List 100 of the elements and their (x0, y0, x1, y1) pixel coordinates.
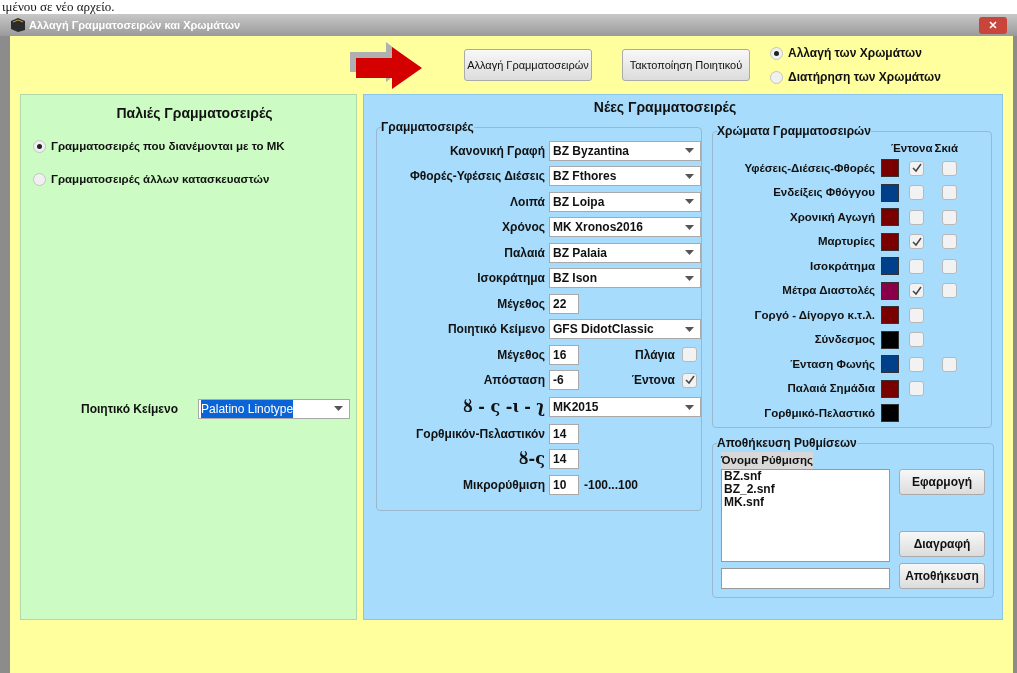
list-item[interactable]: BZ.snf (724, 470, 887, 484)
checkbox[interactable] (909, 185, 924, 201)
panel-title: Παλιές Γραμματοσειρές (116, 104, 273, 123)
group-title: Γραμματοσειρές (381, 119, 474, 136)
caret-icon (685, 148, 694, 154)
field-label: Κανονική Γραφή (449, 142, 545, 160)
checkbox-label: Έντονα (631, 372, 675, 390)
color-swatch[interactable] (881, 330, 899, 349)
color-swatch[interactable] (881, 404, 899, 423)
field-label: Ισοκράτημα (477, 270, 545, 288)
checkbox[interactable] (909, 381, 924, 397)
color-swatch[interactable] (881, 257, 899, 276)
checkbox[interactable] (942, 185, 957, 201)
checkbox[interactable] (682, 347, 697, 363)
field-label: Μέγεθος (497, 346, 545, 364)
caret-icon (685, 224, 694, 230)
font-dropdown[interactable]: GFS DidotClassic (549, 319, 701, 340)
action-button[interactable]: Εφαρμογή (899, 469, 985, 496)
action-button[interactable]: Τακτοποίηση Ποιητικού (622, 49, 750, 81)
radio-label: Γραμματοσειρές άλλων κατασκευαστών (51, 172, 270, 188)
color-swatch[interactable] (881, 355, 899, 374)
color-label: Ισοκράτημα (810, 258, 875, 274)
number-field[interactable]: 14 (549, 423, 579, 444)
checkmark-icon (911, 163, 922, 174)
number-field[interactable]: -6 (549, 370, 579, 391)
color-swatch[interactable] (881, 379, 899, 398)
font-dropdown[interactable]: Palatino Linotype (198, 398, 351, 419)
color-label: Γορθμικό-Πελαστικό (764, 405, 875, 421)
caret-icon (685, 404, 694, 410)
list-item[interactable]: BZ_2.snf (724, 483, 887, 497)
radio-button[interactable] (770, 70, 783, 84)
checkbox[interactable] (942, 283, 957, 299)
color-swatch[interactable] (881, 183, 899, 202)
color-label: Μαρτυρίες (817, 234, 875, 250)
checkbox[interactable] (909, 307, 924, 323)
color-label: Παλαιά Σημάδια (787, 381, 875, 397)
font-dropdown[interactable]: BZ Ison (549, 268, 701, 289)
field-label: Απόσταση (483, 372, 545, 390)
book-icon (10, 18, 26, 32)
color-label: Μέτρα Διαστολές (782, 283, 875, 299)
field-label: Μικρορύθμιση (463, 476, 545, 494)
checkbox[interactable] (909, 258, 924, 274)
radio-label: Αλλαγή των Χρωμάτων (788, 45, 922, 62)
checkbox[interactable] (909, 283, 924, 299)
caret-icon (685, 250, 694, 256)
checkbox[interactable] (942, 258, 957, 274)
checkmark-icon (911, 285, 922, 296)
checkbox[interactable] (909, 332, 924, 348)
color-swatch[interactable] (881, 208, 899, 227)
checkbox[interactable] (909, 160, 924, 176)
font-dropdown[interactable]: BZ Loipa (549, 191, 701, 212)
caret-icon (685, 173, 694, 179)
font-dropdown[interactable]: BZ Palaia (549, 242, 701, 263)
radio-button[interactable] (33, 173, 46, 187)
color-swatch[interactable] (881, 281, 899, 300)
color-label: Σύνδεσμος (814, 332, 875, 348)
radio-label: Γραμματοσειρές που διανέμονται με το ΜΚ (51, 139, 285, 154)
range-hint: -100...100 (584, 476, 639, 494)
font-dropdown[interactable]: BZ Fthores (549, 166, 701, 187)
field-label: Ποιητικό Κείμενο (81, 400, 179, 418)
radio-button[interactable] (33, 140, 46, 154)
number-field[interactable]: 10 (549, 474, 579, 495)
font-dropdown[interactable]: MK2015 (549, 397, 701, 417)
color-swatch[interactable] (881, 232, 899, 251)
close-icon (989, 21, 997, 29)
color-swatch[interactable] (881, 159, 899, 178)
field-label: Μέγεθος (497, 295, 545, 313)
checkbox[interactable] (942, 356, 957, 372)
color-label: Ενδείξεις Φθόγγου (773, 185, 875, 201)
list-item[interactable]: MK.snf (724, 496, 887, 510)
action-button[interactable]: Διαγραφή (899, 531, 985, 558)
checkbox[interactable] (682, 372, 697, 388)
field-label: Παλαιά (504, 244, 545, 262)
color-swatch[interactable] (881, 306, 899, 325)
action-button[interactable]: Αποθήκευση (899, 563, 985, 590)
checkbox[interactable] (942, 160, 957, 176)
column-header: Έντονα (891, 141, 933, 156)
number-field[interactable]: 16 (549, 344, 579, 365)
caret-icon (334, 406, 344, 411)
checkbox[interactable] (909, 209, 924, 225)
checkbox[interactable] (942, 209, 957, 225)
field-label: ȣ - ς -ɩ - ʅ (462, 396, 545, 418)
checkbox[interactable] (942, 234, 957, 250)
background-text: ιμένου σε νέο αρχείο. (1, 0, 116, 14)
checkmark-icon (911, 236, 922, 247)
font-dropdown[interactable]: BZ Byzantina (549, 140, 701, 161)
action-button[interactable]: Αλλαγή Γραμματοσειρών (464, 49, 592, 81)
font-dropdown[interactable]: MK Xronos2016 (549, 217, 701, 238)
caret-icon (685, 199, 694, 205)
close-button[interactable] (979, 16, 1007, 34)
number-field[interactable]: 22 (549, 293, 579, 314)
field-label: Γορθμικόν-Πελαστικόν (416, 425, 545, 443)
field-label: Λοιπά (510, 193, 545, 211)
radio-button[interactable] (770, 46, 783, 60)
checkbox[interactable] (909, 234, 924, 250)
number-field[interactable]: 14 (549, 449, 579, 470)
color-label: Υφέσεις-Διέσεις-Φθορές (744, 160, 875, 176)
window-title: Αλλαγή Γραμματοσειρών και Χρωμάτων (29, 17, 241, 33)
name-input-field[interactable] (721, 568, 890, 590)
checkbox[interactable] (909, 356, 924, 372)
